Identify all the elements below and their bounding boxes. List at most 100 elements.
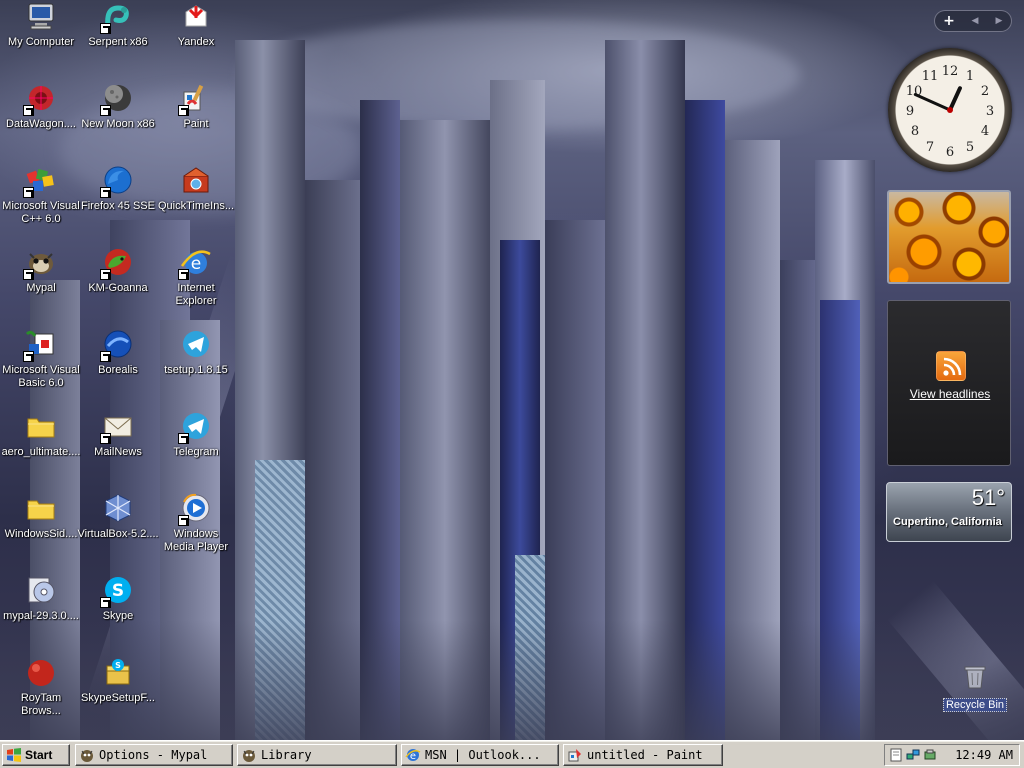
shortcut-arrow-icon bbox=[100, 433, 111, 444]
desktop-icon-telegram[interactable]: Telegram bbox=[155, 410, 237, 490]
weather-location: Cupertino, California bbox=[893, 516, 1002, 528]
desktop-icon-label: Firefox 45 SSE bbox=[81, 200, 155, 212]
recycle-bin[interactable]: Recycle Bin bbox=[942, 660, 1008, 712]
shortcut-arrow-icon bbox=[178, 269, 189, 280]
mypal-icon bbox=[243, 750, 255, 762]
desktop-icon-microsoft-visual-basic-6-0[interactable]: Microsoft Visual Basic 6.0 bbox=[0, 328, 82, 408]
telegram-icon bbox=[178, 410, 212, 444]
paint-icon bbox=[178, 82, 212, 116]
task-label: Library bbox=[261, 748, 312, 762]
installer-disc-icon bbox=[25, 574, 57, 606]
internet-explorer-icon: e bbox=[405, 749, 421, 762]
desktop-icon-label: Telegram bbox=[173, 446, 219, 458]
desktop-icon-skypesetupf[interactable]: S SkypeSetupF... bbox=[77, 656, 159, 736]
serpent-icon bbox=[100, 0, 134, 34]
desktop-icon-label: tsetup.1.8.15 bbox=[164, 364, 228, 376]
next-gadget-button[interactable]: ▶ bbox=[996, 16, 1003, 26]
desktop-icon-yandex[interactable]: Yandex bbox=[155, 0, 237, 80]
clock-numeral: 3 bbox=[986, 104, 994, 119]
desktop-icon-windowssid[interactable]: WindowsSid.... bbox=[0, 492, 82, 572]
desktop-icon-virtualbox-5-2[interactable]: VirtualBox-5.2.... bbox=[77, 492, 159, 572]
my-computer-icon bbox=[25, 0, 57, 32]
desktop-icon-borealis[interactable]: Borealis bbox=[77, 328, 159, 408]
desktop-icon-firefox-45-sse[interactable]: Firefox 45 SSE bbox=[77, 164, 159, 244]
shortcut-arrow-icon bbox=[100, 269, 111, 280]
shortcut-arrow-icon bbox=[178, 515, 189, 526]
desktop-icon-new-moon-x86[interactable]: New Moon x86 bbox=[77, 82, 159, 162]
desktop-icon-mypal-29-3-0[interactable]: mypal-29.3.0.... bbox=[0, 574, 82, 654]
desktop-icon-label: DataWagon.... bbox=[6, 118, 76, 130]
clock-gadget[interactable]: 12 1 2 3 4 5 6 7 8 9 10 11 bbox=[888, 48, 1012, 172]
desktop-icon-my-computer[interactable]: My Computer bbox=[0, 0, 82, 80]
skype-setup-icon: S bbox=[102, 656, 134, 688]
desktop-icon-mailnews[interactable]: MailNews bbox=[77, 410, 159, 490]
desktop-icon-paint[interactable]: Paint bbox=[155, 82, 237, 162]
visual-basic-icon bbox=[23, 328, 57, 362]
taskbar-clock[interactable]: 12:49 AM bbox=[955, 748, 1013, 762]
datawagon-icon bbox=[23, 82, 57, 116]
weather-temperature: 51° bbox=[971, 485, 1005, 510]
desktop-icon-microsoft-visual-c-6-0[interactable]: Microsoft Visual C++ 6.0 bbox=[0, 164, 82, 244]
desktop-icon-label: Internet Explorer bbox=[175, 282, 217, 307]
clock-numeral: 1 bbox=[966, 69, 974, 84]
clock-numeral: 12 bbox=[942, 64, 959, 79]
slideshow-gadget[interactable] bbox=[887, 190, 1011, 284]
desktop-icon-label: Skype bbox=[102, 610, 134, 622]
desktop-icon-label: RoyTam Brows... bbox=[20, 692, 62, 717]
desktop-icon-km-goanna[interactable]: KM-Goanna bbox=[77, 246, 159, 326]
feed-headlines-gadget: View headlines bbox=[887, 300, 1011, 466]
desktop-icon-label: Serpent x86 bbox=[88, 36, 148, 48]
desktop-icon-windows-media-player[interactable]: Windows Media Player bbox=[155, 492, 237, 572]
desktop-icon-label: Paint bbox=[183, 118, 209, 130]
mailnews-icon bbox=[100, 410, 134, 444]
weather-gadget[interactable]: 51° Cupertino, California bbox=[886, 482, 1012, 542]
clock-center-pin bbox=[947, 107, 953, 113]
desktop-icon-quicktimeins[interactable]: QuickTimeIns... bbox=[155, 164, 237, 244]
svg-text:e: e bbox=[191, 254, 201, 274]
shortcut-arrow-icon bbox=[100, 23, 111, 34]
network-tray-icon[interactable] bbox=[906, 748, 920, 762]
desktop-icon-label: Microsoft Visual C++ 6.0 bbox=[2, 200, 80, 225]
start-button[interactable]: Start bbox=[2, 744, 70, 766]
windows-media-player-icon bbox=[178, 492, 212, 526]
firefox-icon bbox=[100, 164, 134, 198]
task-label: Options - Mypal bbox=[99, 748, 208, 762]
telegram-setup-icon bbox=[180, 328, 212, 360]
view-headlines-link[interactable]: View headlines bbox=[888, 387, 1012, 401]
recycle-bin-label: Recycle Bin bbox=[942, 698, 1008, 712]
shortcut-arrow-icon bbox=[100, 105, 111, 116]
desktop-icon-label: QuickTimeIns... bbox=[158, 200, 234, 212]
notepad-tray-icon[interactable] bbox=[889, 748, 903, 762]
desktop-icon-aero-ultimate[interactable]: aero_ultimate.... bbox=[0, 410, 82, 490]
desktop-icon-label: WindowsSid.... bbox=[4, 528, 78, 540]
previous-gadget-button[interactable]: ◀ bbox=[972, 16, 979, 26]
taskbar: Start Options - Mypal Library e MSN | Ou… bbox=[0, 740, 1024, 768]
safely-remove-hardware-tray-icon[interactable] bbox=[923, 748, 937, 762]
taskbar-button-untitled-paint[interactable]: untitled - Paint bbox=[563, 744, 723, 766]
taskbar-button-msn-outlook[interactable]: e MSN | Outlook... bbox=[401, 744, 559, 766]
km-goanna-icon bbox=[100, 246, 134, 280]
desktop-icon-serpent-x86[interactable]: Serpent x86 bbox=[77, 0, 159, 80]
virtualbox-icon bbox=[102, 492, 134, 524]
desktop-icon-label: New Moon x86 bbox=[81, 118, 155, 130]
taskbar-button-options-mypal[interactable]: Options - Mypal bbox=[75, 744, 233, 766]
borealis-icon bbox=[100, 328, 134, 362]
desktop-icon-datawagon[interactable]: DataWagon.... bbox=[0, 82, 82, 162]
add-gadget-button[interactable]: + bbox=[935, 13, 963, 29]
skype-icon: S bbox=[100, 574, 134, 608]
clock-numeral: 9 bbox=[906, 104, 914, 119]
clock-hour-hand bbox=[948, 86, 962, 112]
desktop-icon-roytam-brows[interactable]: RoyTam Brows... bbox=[0, 656, 82, 736]
desktop-icon-label: aero_ultimate.... bbox=[1, 446, 81, 458]
desktop-icon-skype[interactable]: S Skype bbox=[77, 574, 159, 654]
shortcut-arrow-icon bbox=[178, 105, 189, 116]
desktop-icon-mypal[interactable]: Mypal bbox=[0, 246, 82, 326]
clock-numeral: 2 bbox=[981, 84, 989, 99]
taskbar-button-library[interactable]: Library bbox=[237, 744, 397, 766]
desktop-icon-label: Windows Media Player bbox=[163, 528, 229, 553]
shortcut-arrow-icon bbox=[100, 187, 111, 198]
desktop-icon-tsetup-1-8-15[interactable]: tsetup.1.8.15 bbox=[155, 328, 237, 408]
mypal-icon bbox=[23, 246, 57, 280]
desktop-icon-internet-explorer[interactable]: e Internet Explorer bbox=[155, 246, 237, 326]
shortcut-arrow-icon bbox=[100, 351, 111, 362]
